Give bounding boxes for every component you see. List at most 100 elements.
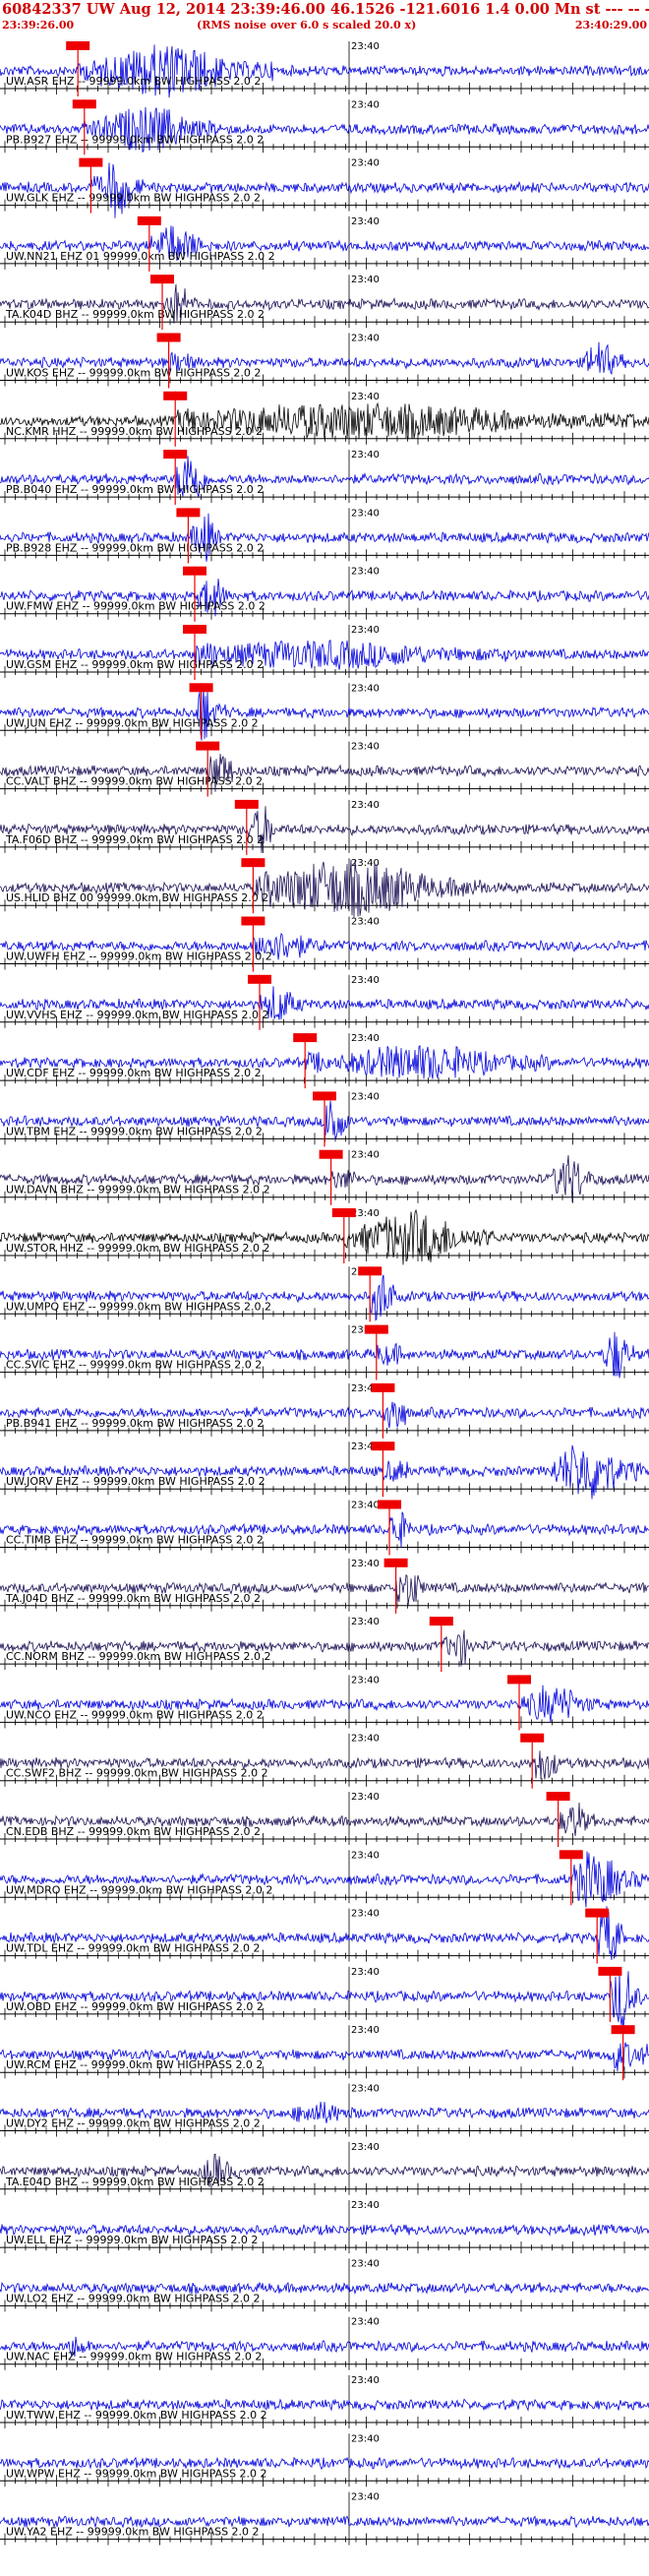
station-label: UW.YA2 EHZ -- 99999.0km BW HIGHPASS 2.0 …: [6, 2526, 260, 2539]
station-label: CN.EDB BHZ -- 99999.0km BW HIGHPASS 2.0 …: [6, 1825, 261, 1838]
trace-41: 23:40 UW.WPW EHZ -- 99999.0km BW HIGHPASS…: [0, 2433, 649, 2487]
minute-label: 23:40: [351, 2200, 380, 2211]
trace-7: 23:40 PB.B040 EHZ -- 99999.0km BW HIGHPAS…: [0, 450, 649, 506]
station-label: PB.B040 EHZ -- 99999.0km BW HIGHPASS 2.0…: [6, 483, 264, 496]
trace-23: 23:40PB.B941 EHZ -- 99999.0km BW HIGHPAS…: [0, 1382, 649, 1439]
station-label: TA.F06D BHZ -- 99999.0km BW HIGHPASS 2.0…: [5, 833, 264, 846]
station-label: CC.SWF2 BHZ -- 99999.0km BW HIGHPASS 2.0…: [6, 1767, 268, 1780]
station-label: UW.UMPQ EHZ -- 99999.0km BW HIGHPASS 2.0…: [6, 1300, 271, 1313]
minute-label: 23:40: [351, 2317, 380, 2328]
station-label: UW.RCM EHZ -- 99999.0km BW HIGHPASS 2.0 …: [6, 2058, 263, 2071]
pick-flag: [520, 1733, 545, 1743]
trace-2: 23:40 UW.GLK EHZ -- 99999.0km BW HIGHPASS…: [0, 157, 649, 218]
station-label: PB.B928 EHZ -- 99999.0km BW HIGHPASS 2.0…: [6, 541, 264, 554]
station-label: TA.K04D BHZ -- 99999.0km BW HIGHPASS 2.0…: [5, 308, 265, 321]
minute-label: 23:40: [351, 2492, 380, 2503]
pick-flag: [163, 450, 188, 460]
pick-flag: [358, 1266, 383, 1276]
trace-19: 23:40 UW.DAVN BHZ -- 99999.0km BW HIGHPAS…: [0, 1149, 649, 1205]
waveform: [0, 1274, 649, 1321]
trace-1: 23:40 PB.B927 EHZ -- 99999.0km BW HIGHPAS…: [0, 99, 649, 155]
scaling-note: (RMS noise over 6.0 s scaled 20.0 x): [197, 19, 417, 31]
pick-flag: [319, 1149, 343, 1159]
pick-flag: [429, 1617, 453, 1626]
trace-20: 23:40UW.STOR HHZ -- 99999.0km BW HIGHPAS…: [0, 1208, 649, 1265]
station-label: UW.UWFH EHZ -- 99999.0km BW HIGHPASS 2.0…: [6, 951, 272, 963]
station-label: UW.NCO EHZ -- 99999.0km BW HIGHPASS 2.0 …: [6, 1708, 264, 1721]
pick-flag: [196, 741, 220, 751]
pick-flag: [150, 275, 174, 284]
pick-flag: [313, 1091, 336, 1101]
minute-label: 23:40: [351, 99, 380, 110]
trace-31: 23:40 UW.MDRO EHZ -- 99999.0km BW HIGHPAS…: [0, 1850, 649, 1908]
station-label: CC.NORM BHZ -- 99999.0km BW HIGHPASS 2.0…: [6, 1650, 270, 1663]
pick-flag: [507, 1675, 531, 1685]
pick-flag: [384, 1558, 408, 1567]
trace-8: 23:40 PB.B928 EHZ -- 99999.0km BW HIGHPAS…: [0, 508, 649, 564]
station-label: PB.B927 EHZ -- 99999.0km BW HIGHPASS 2.0…: [6, 133, 264, 146]
trace-5: 23:40 UW.KOS EHZ -- 99999.0km BW HIGHPASS…: [0, 333, 649, 389]
minute-label: 23:40: [351, 683, 380, 694]
trace-16: 23:40 UW.VVHS EHZ -- 99999.0km BW HIGHPAS…: [0, 974, 649, 1030]
minute-label: 23:40: [351, 1617, 380, 1627]
trace-13: 23:40 TA.F06D BHZ -- 99999.0km BW HIGHPAS…: [0, 799, 649, 855]
station-label: UW.ASR EHZ -- 99999.0km BW HIGHPASS 2.0 …: [6, 75, 261, 88]
minute-label: 23:40: [351, 2258, 380, 2269]
trace-32: 23:40 UW.TDL EHZ -- 99999.0km BW HIGHPASS…: [0, 1906, 649, 1964]
trace-28: 23:40 UW.NCO EHZ -- 99999.0km BW HIGHPASS…: [0, 1675, 649, 1731]
minute-label: 23:40: [351, 917, 380, 928]
waveform: [0, 1851, 649, 1908]
minute-label: 23:40: [351, 1559, 380, 1569]
pick-flag: [364, 1324, 388, 1334]
pick-flag: [378, 1500, 401, 1509]
minute-label: 23:40: [351, 625, 380, 636]
end-time: 23:40:29.00: [574, 19, 647, 31]
pick-flag: [611, 2025, 635, 2035]
trace-18: 23:40 UW.TBM EHZ -- 99999.0km BW HIGHPASS…: [0, 1091, 649, 1147]
pick-flag: [331, 1208, 356, 1217]
station-label: NC.KMR HHZ -- 99999.0km BW HIGHPASS 2.0 …: [6, 425, 263, 438]
minute-label: 23:40: [351, 1501, 380, 1511]
minute-label: 23:40: [351, 508, 380, 519]
waveform: [0, 1444, 649, 1500]
minute-label: 23:40: [351, 1734, 380, 1745]
station-label: UW.DAVN BHZ -- 99999.0km BW HIGHPASS 2.0…: [6, 1184, 270, 1196]
minute-label: 23:40: [351, 1909, 380, 1920]
trace-9: 23:40 UW.FMW EHZ -- 99999.0km BW HIGHPASS…: [0, 566, 649, 622]
station-label: UW.STOR HHZ -- 99999.0km BW HIGHPASS 2.0…: [6, 1242, 270, 1255]
minute-label: 23:40: [351, 392, 380, 402]
station-label: UW.VVHS EHZ -- 99999.0km BW HIGHPASS 2.0…: [6, 1009, 268, 1021]
pick-flag: [234, 799, 259, 809]
station-label: TA.J04D BHZ -- 99999.0km BW HIGHPASS 2.0…: [5, 1592, 261, 1605]
pick-flag: [598, 1966, 622, 1976]
pick-flag: [293, 1033, 318, 1043]
minute-label: 23:40: [351, 1091, 380, 1102]
trace-38: 23:40 UW.LO2 EHZ -- 99999.0km BW HIGHPASS…: [0, 2258, 649, 2312]
minute-label: 23:40: [351, 1150, 380, 1161]
waveform: [0, 162, 649, 218]
station-label: UW.NN21 EHZ 01 99999.0km BW HIGHPASS 2.0…: [6, 250, 275, 263]
pick-flag: [546, 1792, 570, 1801]
station-label: UW.ELL EHZ -- 99999.0km BW HIGHPASS 2.0 …: [6, 2234, 258, 2246]
trace-42: 23:40 UW.YA2 EHZ -- 99999.0km BW HIGHPASS…: [0, 2491, 649, 2545]
station-label: UW.CDF EHZ -- 99999.0km BW HIGHPASS 2.0 …: [6, 1067, 262, 1079]
station-label: US.HLID BHZ 00 99999.0km BW HIGHPASS 2.0…: [6, 891, 268, 904]
minute-label: 23:40: [351, 41, 380, 52]
pick-flag: [79, 157, 103, 167]
pick-flag: [559, 1850, 583, 1860]
minute-label: 23:40: [351, 450, 380, 460]
trace-30: 23:40 CN.EDB BHZ -- 99999.0km BW HIGHPASS…: [0, 1792, 649, 1847]
station-label: UW.TWW EHZ -- 99999.0km BW HIGHPASS 2.0 …: [6, 2409, 267, 2422]
trace-29: 23:40 CC.SWF2 BHZ -- 99999.0km BW HIGHPAS…: [0, 1733, 649, 1789]
station-label: CC.VALT BHZ -- 99999.0km BW HIGHPASS 2.0…: [6, 775, 263, 788]
trace-12: 23:40 CC.VALT BHZ -- 99999.0km BW HIGHPAS…: [0, 741, 649, 797]
trace-11: 23:40 UW.JUN EHZ -- 99999.0km BW HIGHPASS…: [0, 683, 649, 741]
trace-10: 23:40 UW.GSM EHZ -- 99999.0km BW HIGHPASS…: [0, 625, 649, 680]
trace-34: 23:40 UW.RCM EHZ -- 99999.0km BW HIGHPASS…: [0, 2025, 649, 2081]
station-label: UW.FMW EHZ -- 99999.0km BW HIGHPASS 2.0 …: [6, 600, 266, 613]
trace-40: 23:40 UW.TWW EHZ -- 99999.0km BW HIGHPASS…: [0, 2375, 649, 2428]
minute-label: 23:40: [351, 1850, 380, 1861]
minute-label: 23:40: [351, 975, 380, 986]
pick-flag: [189, 683, 213, 693]
waveform: [0, 859, 649, 918]
